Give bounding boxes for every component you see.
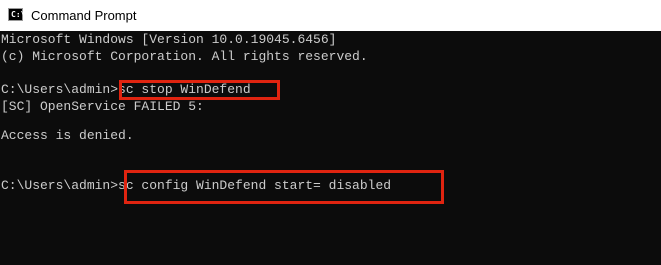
command-prompt-icon-glyph: C:\ bbox=[11, 10, 26, 19]
console-line-error: [SC] OpenService FAILED 5: bbox=[1, 99, 204, 114]
title-bar[interactable]: C:\ Command Prompt bbox=[0, 0, 661, 31]
console-line-version: Microsoft Windows [Version 10.0.19045.64… bbox=[1, 32, 337, 47]
command-prompt-icon: C:\ bbox=[8, 8, 26, 21]
console-line-access-denied: Access is denied. bbox=[1, 128, 134, 143]
console-line-copyright: (c) Microsoft Corporation. All rights re… bbox=[1, 49, 368, 64]
highlight-box-stop-command bbox=[119, 80, 280, 100]
window-title: Command Prompt bbox=[31, 8, 137, 23]
highlight-box-config-command bbox=[124, 170, 444, 204]
command-prompt-window: C:\ Command Prompt Microsoft Windows [Ve… bbox=[0, 0, 661, 265]
console-output[interactable]: Microsoft Windows [Version 10.0.19045.64… bbox=[0, 31, 661, 265]
